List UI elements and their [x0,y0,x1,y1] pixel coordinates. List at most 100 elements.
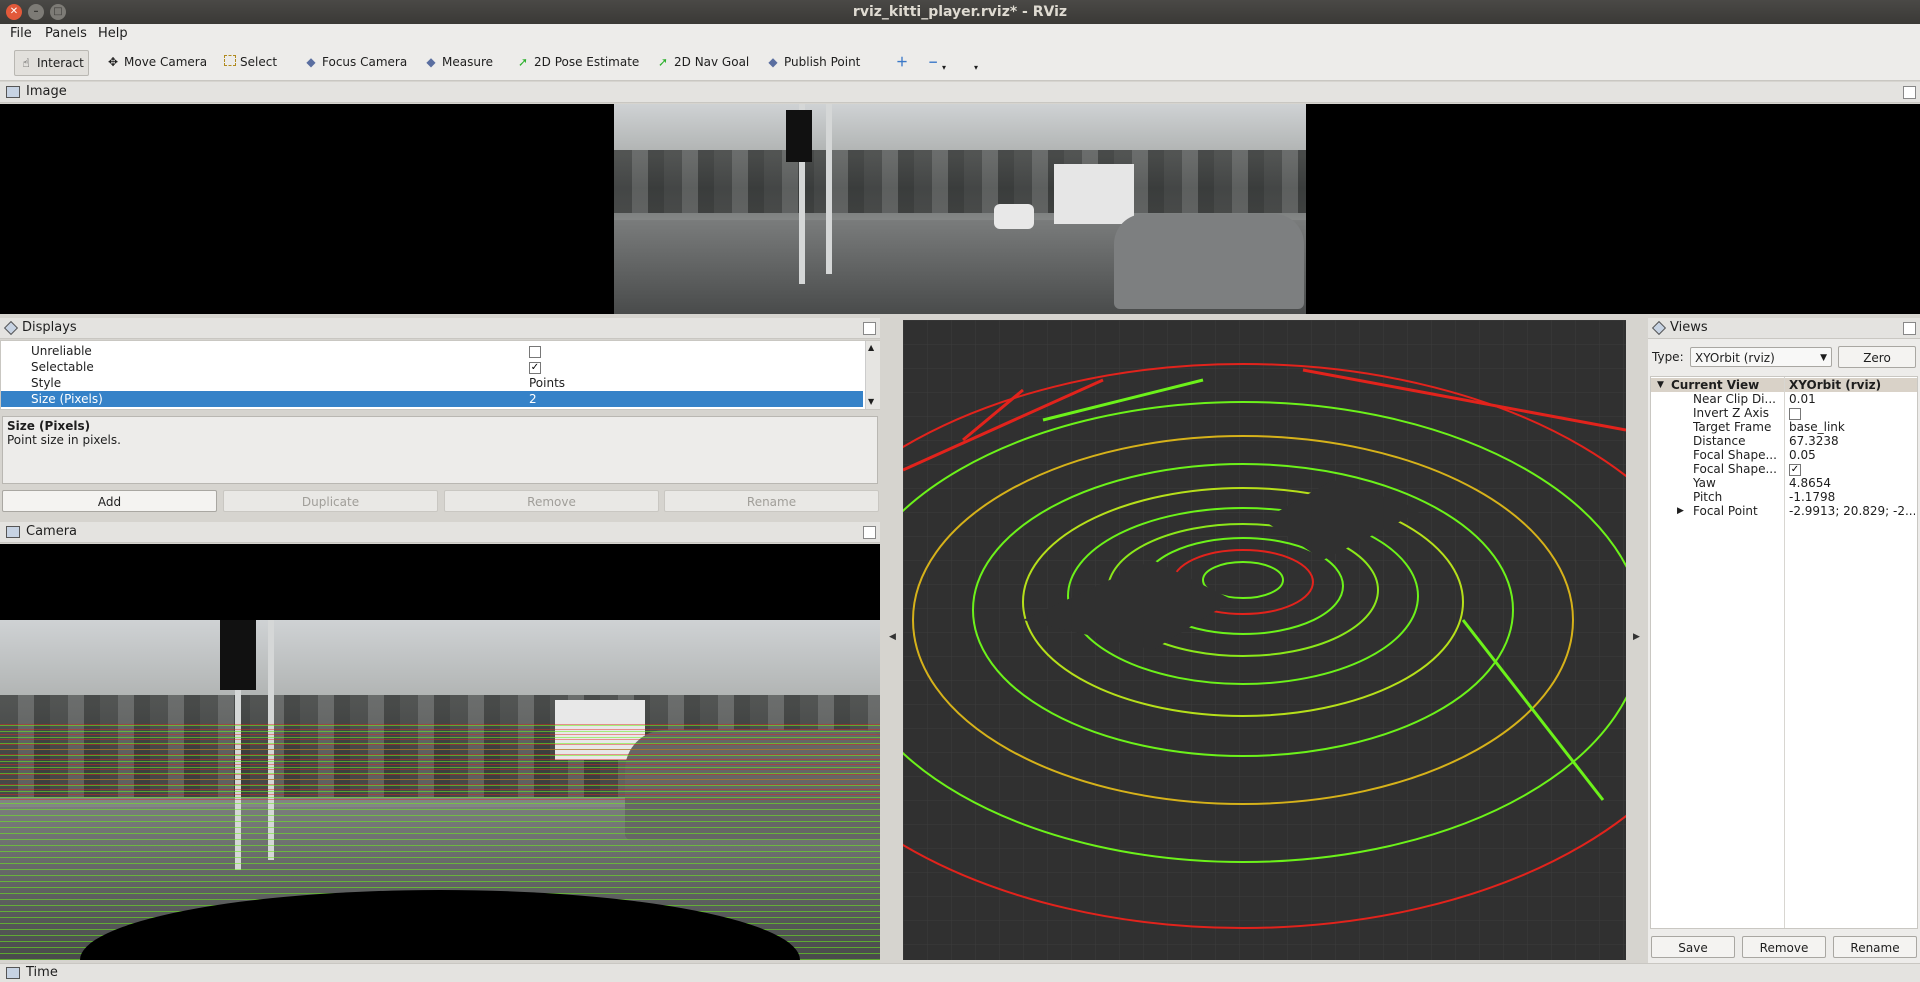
property-row[interactable]: Style Points [1,375,863,391]
remove-display-button[interactable]: Remove [444,490,659,512]
select-tool-button[interactable]: Select [220,50,281,74]
image-panel-icon [6,85,20,98]
chevron-up-icon[interactable]: ▲ [868,343,874,352]
interact-tool-button[interactable]: ☝ Interact [14,50,89,76]
duplicate-display-button[interactable]: Duplicate [223,490,438,512]
camera-panel-header: Camera [0,522,880,543]
unreliable-checkbox[interactable] [529,343,541,359]
window-title: rviz_kitti_player.rviz* - RViz [852,4,1068,20]
point-cloud-svg [903,320,1626,960]
3d-render-view[interactable] [903,320,1626,960]
chevron-down-icon[interactable]: ▼ [1657,378,1664,392]
property-value[interactable]: 0.01 [1789,392,1915,406]
displays-property-tree[interactable]: Unreliable Selectable ✓ Style Points Siz… [0,340,880,410]
description-title: Size (Pixels) [7,419,91,433]
displays-panel-title: Displays [22,320,77,335]
maximize-window-button[interactable]: □ [50,4,66,20]
pose-estimate-label: 2D Pose Estimate [534,55,640,69]
toolbar: ☝ Interact ✥ Move Camera Select ◆ Focus Cam… [0,44,1920,81]
zero-view-button[interactable]: Zero [1838,346,1916,368]
property-key: Unreliable [31,344,92,358]
window-titlebar: ✕ – □ rviz_kitti_player.rviz* - RViz [0,0,1920,24]
interact-label: Interact [37,56,84,70]
minimize-window-button[interactable]: – [28,4,44,20]
image-panel-title: Image [26,84,67,99]
property-value[interactable]: 2 [529,391,537,407]
property-row-selected[interactable]: Size (Pixels) 2 [1,391,863,407]
time-panel-title: Time [26,965,58,980]
property-value[interactable]: base_link [1789,420,1915,434]
property-row[interactable]: Selectable ✓ [1,359,863,375]
select-label: Select [240,55,278,69]
chevron-left-icon[interactable]: ◀ [889,632,896,642]
move-arrows-icon: ✥ [107,55,119,69]
property-value[interactable]: 0.05 [1789,448,1915,462]
close-window-button[interactable]: ✕ [6,4,22,20]
view-type-select[interactable]: XYOrbit (rviz) ▼ [1690,347,1832,367]
chevron-right-icon[interactable]: ▶ [1633,632,1640,642]
property-key: Focal Point [1693,504,1758,518]
camera-image [614,104,1306,314]
property-value[interactable]: -1.1798 [1789,490,1915,504]
image-panel-header: Image [0,82,1920,103]
publish-point-tool-button[interactable]: ◆ Publish Point [762,50,864,74]
panel-float-checkbox[interactable] [1903,322,1916,335]
property-key: Selectable [31,360,94,374]
camera-image-overlay [0,620,880,960]
move-camera-label: Move Camera [124,55,208,69]
image-viewport[interactable] [0,104,1920,314]
property-value[interactable]: -2.9913; 20.829; -2... [1789,504,1915,518]
remove-view-button[interactable]: Remove [1742,936,1826,958]
menu-file[interactable]: File [10,26,32,41]
property-value[interactable]: 4.8654 [1789,476,1915,490]
diamond-icon: ◆ [426,55,436,69]
publish-point-label: Publish Point [784,55,861,69]
description-text: Point size in pixels. [7,433,121,447]
property-key: Style [31,376,62,390]
chevron-down-icon[interactable]: ▾ [938,56,950,80]
add-display-button[interactable]: Add [2,490,217,512]
property-value[interactable]: Points [529,375,565,391]
property-key: Pitch [1693,490,1723,504]
panel-float-checkbox[interactable] [1903,86,1916,99]
invert-z-checkbox[interactable] [1789,406,1915,420]
view-type-label: Type: [1652,350,1684,364]
select-box-icon [224,55,236,66]
camera-viewport[interactable] [0,544,880,960]
property-row[interactable]: Unreliable [1,343,863,359]
focal-shape-checkbox[interactable]: ✓ [1789,462,1915,476]
camera-panel-title: Camera [26,524,78,539]
diamond-icon: ◆ [306,55,316,69]
menu-panels[interactable]: Panels [45,26,87,41]
chevron-down-icon[interactable]: ▾ [970,56,982,80]
move-camera-tool-button[interactable]: ✥ Move Camera [102,50,211,74]
chevron-right-icon[interactable]: ▶ [1677,504,1684,518]
hand-pointer-icon: ☝ [22,56,30,70]
rename-display-button[interactable]: Rename [664,490,879,512]
focus-camera-label: Focus Camera [322,55,408,69]
panel-float-checkbox[interactable] [863,322,876,335]
chevron-down-icon[interactable]: ▼ [868,397,874,406]
property-key: Focal Shape... [1693,462,1777,476]
focus-camera-tool-button[interactable]: ◆ Focus Camera [300,50,411,74]
rename-view-button[interactable]: Rename [1833,936,1917,958]
property-key: Yaw [1693,476,1716,490]
panel-float-checkbox[interactable] [863,526,876,539]
view-type-value: XYOrbit (rviz) [1695,351,1775,365]
camera-panel-icon [6,525,20,538]
menu-help[interactable]: Help [98,26,128,41]
property-key: Near Clip Di... [1693,392,1776,406]
property-value[interactable]: 67.3238 [1789,434,1915,448]
measure-tool-button[interactable]: ◆ Measure [420,50,497,74]
property-description: Size (Pixels) Point size in pixels. [2,416,878,484]
nav-goal-label: 2D Nav Goal [674,55,750,69]
property-key: Invert Z Axis [1693,406,1770,420]
diamond-icon [3,320,19,335]
green-arrow-icon: ➚ [517,55,529,69]
save-view-button[interactable]: Save [1651,936,1735,958]
pose-estimate-tool-button[interactable]: ➚ 2D Pose Estimate [512,50,643,74]
nav-goal-tool-button[interactable]: ➚ 2D Nav Goal [652,50,753,74]
selectable-checkbox[interactable]: ✓ [529,359,541,375]
add-tool-icon[interactable]: ＋ [892,50,912,74]
vertical-scrollbar[interactable]: ▲ ▼ [865,341,880,409]
